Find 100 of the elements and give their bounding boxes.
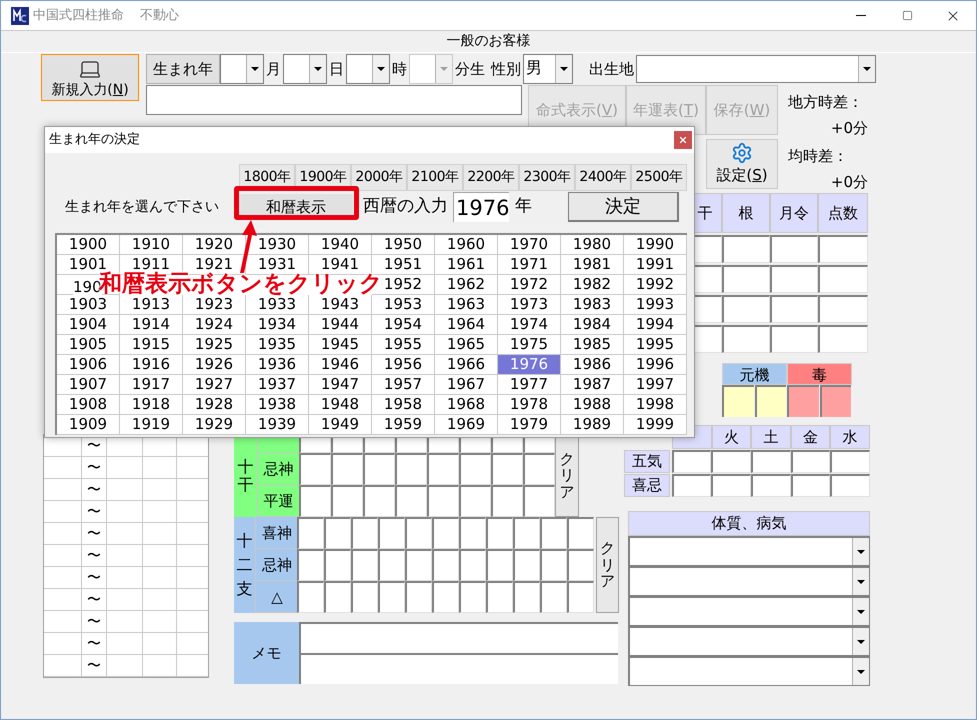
grid-cell[interactable]	[722, 325, 770, 353]
condition-dropdown[interactable]	[628, 566, 870, 596]
grid-cell[interactable]	[486, 581, 514, 613]
grid-cell[interactable]	[459, 549, 486, 581]
condition-dropdown[interactable]	[628, 656, 870, 686]
time-dropdown[interactable]	[346, 54, 390, 84]
grid-cell[interactable]	[711, 474, 751, 497]
grid-cell[interactable]	[297, 581, 324, 613]
grid-cell[interactable]	[395, 453, 427, 485]
grid-cell[interactable]	[818, 235, 868, 263]
grid-cell[interactable]	[324, 517, 352, 549]
grid-cell[interactable]	[567, 549, 594, 581]
grid-cell[interactable]	[297, 549, 324, 581]
grid-cell[interactable]	[378, 517, 406, 549]
year-cell[interactable]: 1976	[498, 355, 561, 375]
grid-cell[interactable]	[770, 235, 818, 263]
grid-cell[interactable]	[830, 474, 870, 497]
gender-dropdown[interactable]: 男	[523, 54, 573, 84]
grid-cell[interactable]	[405, 581, 432, 613]
grid-cell[interactable]	[405, 549, 432, 581]
time-dropdown[interactable]	[283, 54, 327, 84]
grid-cell[interactable]	[523, 453, 555, 485]
grid-cell[interactable]	[750, 450, 791, 473]
colored-cell[interactable]	[722, 385, 754, 417]
century-button[interactable]: 2200年	[463, 164, 519, 191]
grid-cell[interactable]	[299, 485, 331, 517]
grid-cell[interactable]	[513, 549, 540, 581]
grid-cell[interactable]	[672, 450, 712, 473]
decide-button[interactable]: 決定	[568, 192, 679, 222]
grid-cell[interactable]	[722, 235, 770, 263]
time-dropdown[interactable]	[220, 54, 264, 84]
condition-dropdown[interactable]	[628, 626, 870, 656]
clear-button[interactable]: クリア	[596, 517, 619, 613]
grid-cell[interactable]	[486, 517, 514, 549]
grid-cell[interactable]	[567, 517, 594, 549]
grid-cell[interactable]	[790, 450, 830, 473]
grid-cell[interactable]	[459, 453, 491, 485]
grid-cell[interactable]	[378, 549, 406, 581]
new-entry-button[interactable]: 新規入力(N)	[41, 54, 139, 101]
grid-cell[interactable]	[722, 265, 770, 293]
grid-cell[interactable]	[459, 581, 486, 613]
colored-cell[interactable]	[787, 385, 818, 417]
condition-dropdown[interactable]	[628, 536, 870, 566]
year-input[interactable]: 1976	[453, 192, 509, 222]
grid-cell[interactable]	[567, 581, 594, 613]
grid-cell[interactable]	[297, 517, 324, 549]
grid-cell[interactable]	[770, 265, 818, 293]
grid-cell[interactable]	[351, 549, 378, 581]
colored-cell[interactable]	[820, 385, 851, 417]
grid-cell[interactable]	[830, 450, 870, 473]
grid-cell[interactable]	[523, 485, 555, 517]
grid-cell[interactable]	[378, 581, 406, 613]
birth-year-button[interactable]: 生まれ年	[146, 54, 220, 84]
century-button[interactable]: 2500年	[631, 164, 687, 191]
grid-cell[interactable]	[324, 581, 352, 613]
grid-cell[interactable]	[432, 581, 460, 613]
grid-cell[interactable]	[770, 295, 818, 323]
grid-cell[interactable]	[540, 517, 568, 549]
grid-cell[interactable]	[459, 517, 486, 549]
grid-cell[interactable]	[818, 325, 868, 353]
birthplace-dropdown[interactable]	[636, 55, 876, 83]
grid-cell[interactable]	[363, 485, 395, 517]
memo-field[interactable]	[299, 622, 618, 653]
century-button[interactable]: 2000年	[351, 164, 407, 191]
grid-cell[interactable]	[540, 549, 568, 581]
name-field[interactable]	[146, 85, 522, 115]
grid-cell[interactable]	[324, 549, 352, 581]
grid-cell[interactable]	[331, 485, 363, 517]
grid-cell[interactable]	[672, 474, 712, 497]
grid-cell[interactable]	[770, 325, 818, 353]
grid-cell[interactable]	[351, 517, 378, 549]
grid-cell[interactable]	[405, 517, 432, 549]
grid-cell[interactable]	[722, 295, 770, 323]
grid-cell[interactable]	[432, 549, 460, 581]
dialog-close-button[interactable]	[674, 131, 692, 149]
grid-cell[interactable]	[750, 474, 791, 497]
grid-cell[interactable]	[331, 453, 363, 485]
grid-cell[interactable]	[486, 549, 514, 581]
grid-cell[interactable]	[395, 485, 427, 517]
colored-cell[interactable]	[754, 385, 786, 417]
grid-cell[interactable]	[432, 517, 460, 549]
century-button[interactable]: 2300年	[519, 164, 575, 191]
grid-cell[interactable]	[711, 450, 751, 473]
grid-cell[interactable]	[459, 485, 491, 517]
grid-cell[interactable]	[513, 581, 540, 613]
grid-cell[interactable]	[491, 453, 523, 485]
grid-cell[interactable]	[427, 485, 459, 517]
grid-cell[interactable]	[299, 453, 331, 485]
grid-cell[interactable]	[540, 581, 568, 613]
grid-cell[interactable]	[351, 581, 378, 613]
grid-cell[interactable]	[491, 485, 523, 517]
century-button[interactable]: 2100年	[407, 164, 463, 191]
grid-cell[interactable]	[363, 453, 395, 485]
grid-cell[interactable]	[513, 517, 540, 549]
memo-field[interactable]	[299, 653, 618, 684]
settings-button[interactable]: 設定(S)	[706, 139, 778, 189]
grid-cell[interactable]	[427, 453, 459, 485]
condition-dropdown[interactable]	[628, 596, 870, 626]
grid-cell[interactable]	[790, 474, 830, 497]
century-button[interactable]: 2400年	[575, 164, 631, 191]
